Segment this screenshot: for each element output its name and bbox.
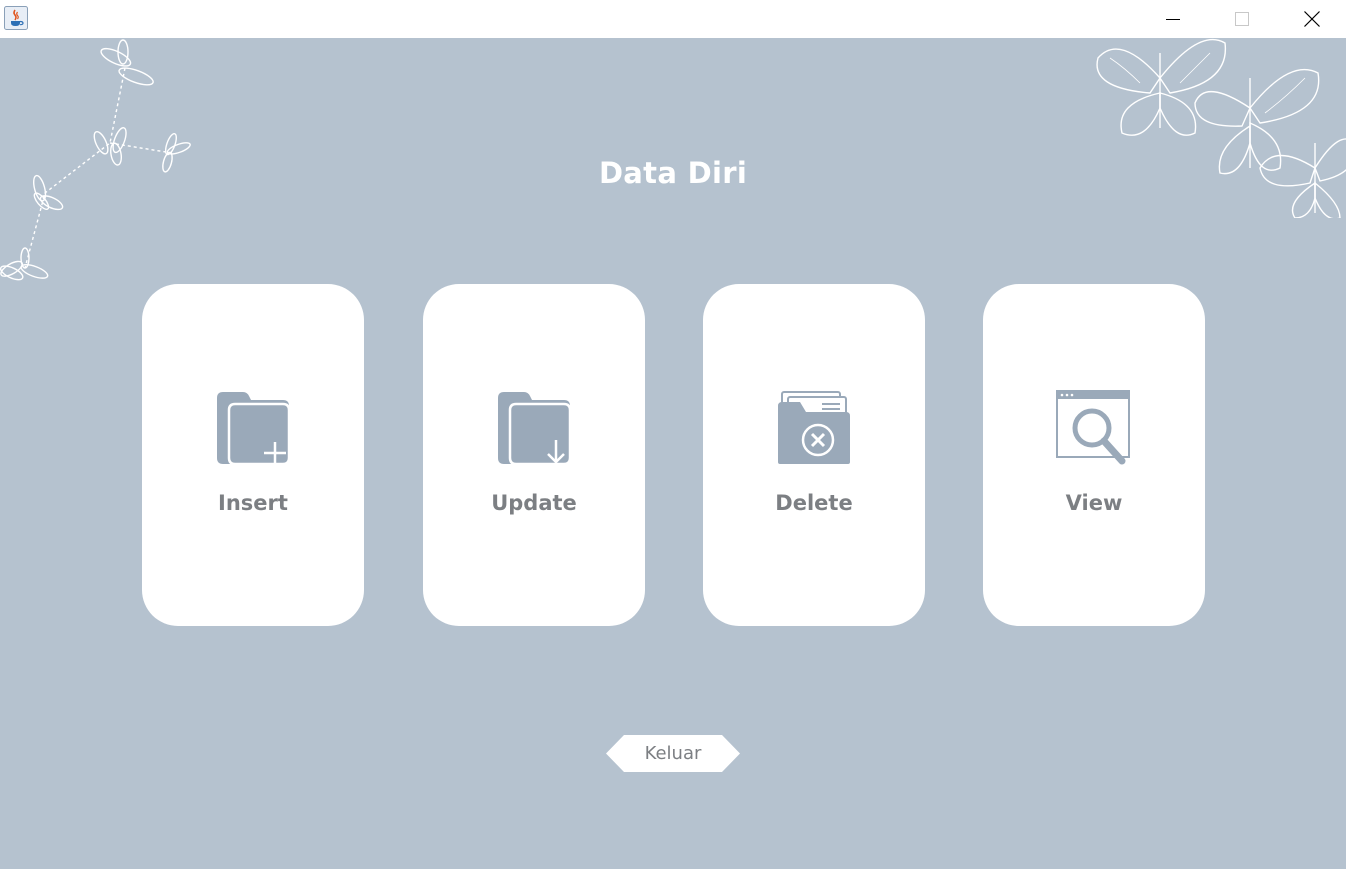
insert-label: Insert bbox=[218, 491, 288, 515]
exit-button[interactable]: Keluar bbox=[606, 735, 740, 772]
update-card[interactable]: Update bbox=[423, 284, 645, 626]
delete-label: Delete bbox=[775, 491, 853, 515]
view-label: View bbox=[1065, 491, 1123, 515]
java-coffee-icon bbox=[4, 6, 28, 30]
content-panel: Data Diri Insert Update Delete View Kelu… bbox=[0, 38, 1346, 869]
folder-delete-icon bbox=[778, 391, 850, 464]
folder-download-icon bbox=[498, 392, 572, 466]
minimize-button[interactable] bbox=[1150, 0, 1196, 38]
exit-label: Keluar bbox=[644, 743, 702, 764]
butterfly-decoration-icon bbox=[1096, 38, 1346, 218]
maximize-icon bbox=[1235, 12, 1249, 26]
close-button[interactable] bbox=[1289, 0, 1335, 38]
app-window: Data Diri Insert Update Delete View Kelu… bbox=[0, 0, 1346, 869]
page-title: Data Diri bbox=[598, 156, 748, 190]
window-search-icon bbox=[1056, 390, 1130, 465]
insert-card[interactable]: Insert bbox=[142, 284, 364, 626]
folder-plus-icon bbox=[217, 392, 291, 466]
delete-card[interactable]: Delete bbox=[703, 284, 925, 626]
update-label: Update bbox=[491, 491, 577, 515]
view-card[interactable]: View bbox=[983, 284, 1205, 626]
close-icon bbox=[1304, 11, 1320, 27]
title-bar bbox=[0, 0, 1346, 38]
maximize-button[interactable] bbox=[1219, 0, 1265, 38]
minimize-icon bbox=[1166, 19, 1180, 20]
